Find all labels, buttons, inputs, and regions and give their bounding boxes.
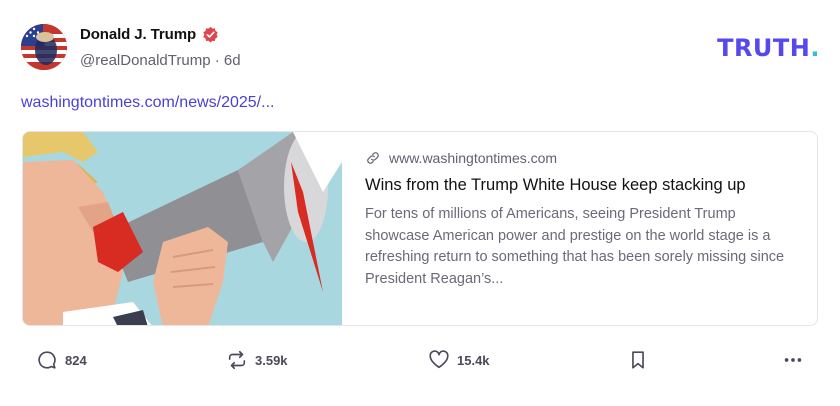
bookmark-button[interactable] [627, 349, 649, 371]
link-preview-domain-row: www.washingtontimes.com [365, 150, 797, 166]
link-preview-body: www.washingtontimes.com Wins from the Tr… [342, 132, 817, 325]
author-meta: @realDonaldTrump · 6d [80, 52, 241, 69]
reply-count: 824 [65, 352, 87, 368]
post-actions: 824 3.59k 15.4k [22, 349, 818, 377]
more-options-button[interactable] [782, 349, 804, 371]
like-count: 15.4k [457, 352, 490, 368]
author-name-row: Donald J. Trump [80, 26, 219, 43]
retruth-count: 3.59k [255, 352, 288, 368]
link-preview-title: Wins from the Trump White House keep sta… [365, 176, 746, 194]
link-preview-image [23, 132, 342, 325]
like-button[interactable]: 15.4k [428, 349, 490, 371]
reply-icon [38, 351, 56, 369]
link-preview-domain: www.washingtontimes.com [389, 150, 558, 166]
post-link[interactable]: washingtontimes.com/news/2025/... [21, 94, 274, 112]
retruth-button[interactable]: 3.59k [226, 349, 288, 371]
post-time[interactable]: 6d [224, 52, 241, 69]
truth-logo-dot: . [810, 34, 820, 62]
link-preview-card[interactable]: www.washingtontimes.com Wins from the Tr… [22, 131, 818, 326]
retruth-icon [228, 350, 246, 370]
author-avatar[interactable] [21, 24, 67, 70]
bookmark-icon [632, 351, 644, 369]
more-icon [784, 358, 802, 362]
reply-button[interactable]: 824 [36, 349, 87, 371]
author-display-name[interactable]: Donald J. Trump [80, 26, 196, 43]
megaphone-illustration [23, 132, 342, 325]
author-handle[interactable]: @realDonaldTrump [80, 52, 211, 69]
verified-badge-icon [203, 26, 218, 43]
link-icon [367, 152, 379, 164]
link-preview-description: For tens of millions of Americans, seein… [365, 206, 785, 287]
meta-separator: · [214, 52, 220, 69]
post-header: Donald J. Trump @realDonaldTrump · 6d TR… [21, 24, 821, 74]
truth-logo: TRUTH. [717, 34, 820, 62]
truth-logo-text: TRUTH [717, 34, 811, 62]
avatar-image [21, 24, 67, 70]
heart-icon [429, 350, 449, 369]
